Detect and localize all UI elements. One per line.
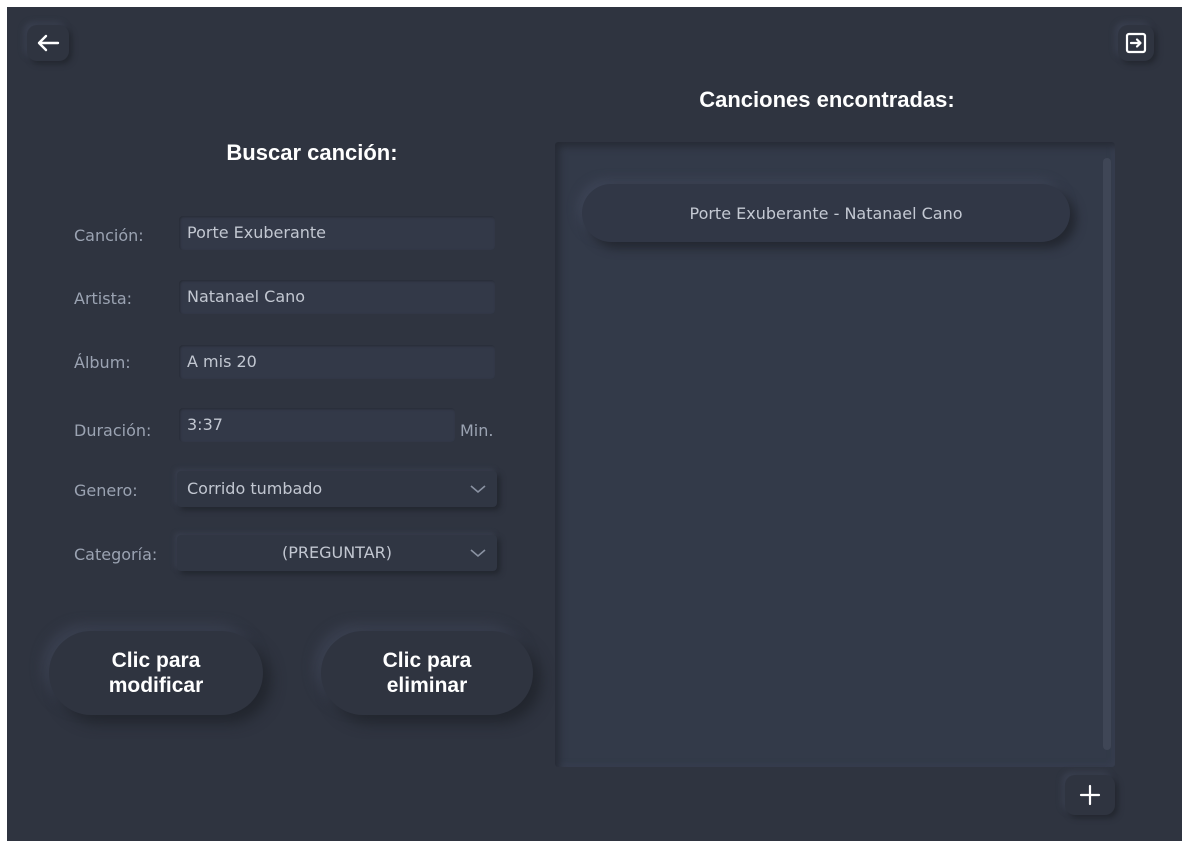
list-item[interactable]: Porte Exuberante - Natanael Cano bbox=[582, 184, 1070, 242]
results-title: Canciones encontradas: bbox=[699, 87, 955, 112]
plus-icon bbox=[1079, 784, 1101, 806]
category-select-value: (PREGUNTAR) bbox=[281, 543, 393, 562]
app-window: Buscar canción: Canciones encontradas: C… bbox=[7, 7, 1182, 841]
album-input[interactable]: A mis 20 bbox=[179, 345, 495, 379]
song-input[interactable]: Porte Exuberante bbox=[179, 216, 495, 250]
logout-button[interactable] bbox=[1118, 25, 1154, 61]
artist-label: Artista: bbox=[74, 289, 133, 308]
genre-label: Genero: bbox=[74, 481, 138, 500]
album-label: Álbum: bbox=[74, 353, 131, 372]
delete-button[interactable]: Clic para eliminar bbox=[321, 631, 533, 715]
artist-input[interactable]: Natanael Cano bbox=[179, 280, 495, 314]
category-select[interactable]: (PREGUNTAR) bbox=[177, 535, 497, 571]
category-label: Categoría: bbox=[74, 545, 158, 564]
arrow-left-icon bbox=[37, 34, 60, 52]
duration-unit: Min. bbox=[460, 421, 494, 440]
duration-label: Duración: bbox=[74, 421, 152, 440]
search-title: Buscar canción: bbox=[226, 140, 398, 165]
genre-select[interactable]: Corrido tumbado bbox=[177, 471, 497, 507]
duration-input[interactable]: 3:37 bbox=[179, 408, 455, 442]
genre-select-value: Corrido tumbado bbox=[187, 479, 323, 498]
results-scrollbar[interactable] bbox=[1103, 158, 1111, 750]
modify-button[interactable]: Clic para modificar bbox=[49, 631, 263, 715]
results-list: Porte Exuberante - Natanael Cano bbox=[555, 142, 1115, 767]
chevron-down-icon bbox=[470, 549, 486, 558]
logout-icon bbox=[1125, 32, 1147, 54]
song-label: Canción: bbox=[74, 226, 144, 245]
chevron-down-icon bbox=[470, 485, 486, 494]
back-button[interactable] bbox=[27, 25, 69, 61]
add-button[interactable] bbox=[1065, 775, 1115, 815]
